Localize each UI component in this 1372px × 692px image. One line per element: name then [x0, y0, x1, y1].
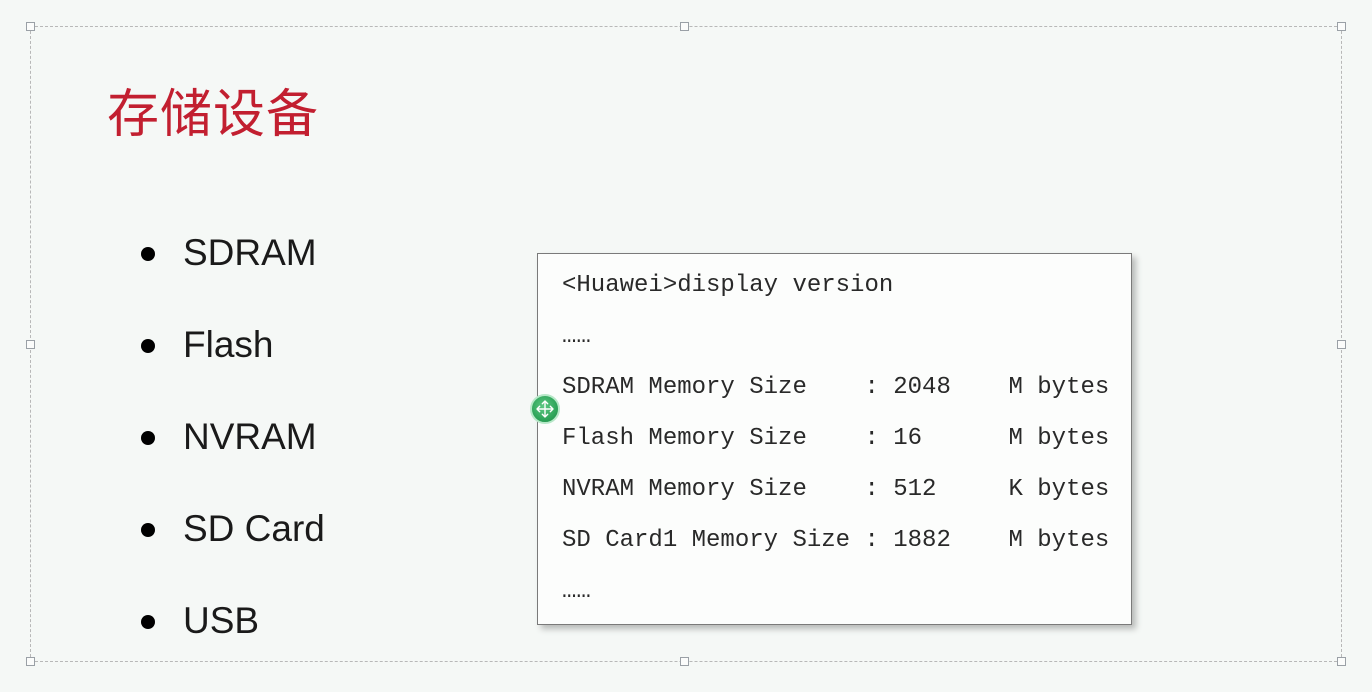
bullet-item: USB [141, 600, 325, 642]
terminal-line: …… [562, 325, 1107, 349]
bullet-item: SDRAM [141, 232, 325, 274]
selection-handle[interactable] [26, 657, 35, 666]
selection-handle[interactable] [680, 657, 689, 666]
bullet-list: SDRAM Flash NVRAM SD Card USB [141, 232, 325, 692]
bullet-item: SD Card [141, 508, 325, 550]
terminal-line: Flash Memory Size : 16 M bytes [562, 427, 1107, 451]
slide-title: 存储设备 [107, 72, 319, 147]
terminal-line: SDRAM Memory Size : 2048 M bytes [562, 376, 1107, 400]
move-cursor-icon [530, 394, 560, 424]
selection-handle[interactable] [26, 340, 35, 349]
terminal-line: NVRAM Memory Size : 512 K bytes [562, 478, 1107, 502]
terminal-output-box[interactable]: <Huawei>display version …… SDRAM Memory … [537, 253, 1132, 625]
terminal-line: <Huawei>display version [562, 274, 1107, 298]
terminal-line: SD Card1 Memory Size : 1882 M bytes [562, 529, 1107, 553]
bullet-item: NVRAM [141, 416, 325, 458]
bullet-item: Flash [141, 324, 325, 366]
selection-handle[interactable] [1337, 340, 1346, 349]
selection-handle[interactable] [680, 22, 689, 31]
slide-frame[interactable]: 存储设备 SDRAM Flash NVRAM SD Card USB <Huaw… [30, 26, 1342, 662]
selection-handle[interactable] [26, 22, 35, 31]
terminal-line: …… [562, 580, 1107, 604]
selection-handle[interactable] [1337, 657, 1346, 666]
selection-handle[interactable] [1337, 22, 1346, 31]
